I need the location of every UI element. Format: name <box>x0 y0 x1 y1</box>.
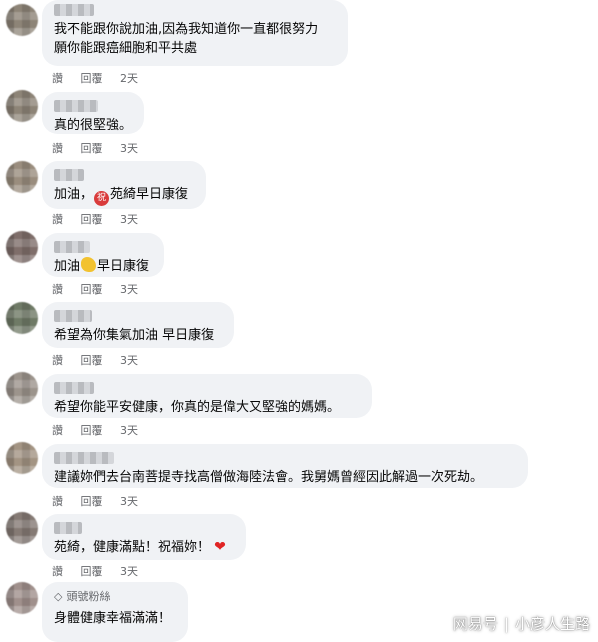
comment-bubble: 加油，祝苑綺早日康復 <box>42 161 206 209</box>
like-button[interactable]: 讚 <box>52 495 63 508</box>
comment-text: 希望你能平安健康，你真的是偉大又堅強的媽媽。 <box>54 400 341 415</box>
comment-bubble: 苑綺，健康滿點！祝福妳！ ❤ <box>42 514 246 560</box>
reply-button[interactable]: 回覆 <box>81 495 103 508</box>
commenter-name[interactable] <box>54 452 114 464</box>
avatar[interactable] <box>6 231 38 263</box>
comment-text: 我不能跟你說加油,因為我知道你一直都很努力 <box>54 22 319 37</box>
diamond-icon: ◇ <box>54 589 63 603</box>
comment-text-line2: 願你能跟癌細胞和平共處 <box>54 41 198 56</box>
like-button[interactable]: 讚 <box>52 213 63 226</box>
comment-time[interactable]: 3天 <box>120 424 138 437</box>
flexed-arm-emoji-icon <box>81 257 97 272</box>
reply-button[interactable]: 回覆 <box>81 565 103 578</box>
congrats-emoji-icon: 祝 <box>94 191 110 206</box>
reply-button[interactable]: 回覆 <box>81 354 103 367</box>
comment-actions: 讚 回覆 3天 <box>52 211 152 227</box>
commenter-name[interactable] <box>54 100 98 112</box>
avatar[interactable] <box>6 442 38 474</box>
comment-bubble: 真的很堅強。 <box>42 92 144 134</box>
like-button[interactable]: 讚 <box>52 142 63 155</box>
comment-text-part: 苑綺早日康復 <box>110 187 189 202</box>
commenter-name[interactable] <box>54 522 82 534</box>
commenter-name[interactable] <box>54 4 94 16</box>
like-button[interactable]: 讚 <box>52 565 63 578</box>
comment-actions: 讚 回覆 3天 <box>52 563 152 579</box>
like-button[interactable]: 讚 <box>52 283 63 296</box>
watermark-author: 小彦人生路 <box>514 615 590 633</box>
like-button[interactable]: 讚 <box>52 424 63 437</box>
comment-actions: 讚 回覆 3天 <box>52 422 152 438</box>
comment-bubble: 建議妳們去台南菩提寺找高僧做海陸法會。我舅媽曾經因此解過一次死劫。 <box>42 444 528 488</box>
comment-time[interactable]: 3天 <box>120 354 138 367</box>
reply-button[interactable]: 回覆 <box>81 283 103 296</box>
comment-actions: 讚 回覆 3天 <box>52 281 152 297</box>
reply-button[interactable]: 回覆 <box>81 213 103 226</box>
watermark-separator: | <box>503 615 509 633</box>
comment-time[interactable]: 3天 <box>120 495 138 508</box>
badge-label: 頭號粉絲 <box>66 590 111 603</box>
comment-time[interactable]: 3天 <box>120 565 138 578</box>
comment-bubble: 希望為你集氣加油 早日康復 <box>42 302 234 348</box>
comment-time[interactable]: 2天 <box>120 72 138 85</box>
comment-actions: 讚 回覆 3天 <box>52 352 152 368</box>
commenter-name[interactable] <box>54 310 92 322</box>
comment-time[interactable]: 3天 <box>120 213 138 226</box>
watermark-source: 网易号 <box>452 615 498 633</box>
heart-icon: ❤ <box>214 539 226 555</box>
comment-time[interactable]: 3天 <box>120 142 138 155</box>
comment-bubble: ◇ 頭號粉絲 身體健康幸福滿滿！ <box>42 582 188 642</box>
avatar[interactable] <box>6 582 38 614</box>
like-button[interactable]: 讚 <box>52 354 63 367</box>
avatar[interactable] <box>6 512 38 544</box>
reply-button[interactable]: 回覆 <box>81 72 103 85</box>
comment-bubble: 加油 早日康復 <box>42 233 164 277</box>
comment-actions: 讚 回覆 3天 <box>52 493 152 509</box>
avatar[interactable] <box>6 90 38 122</box>
comment-text-part: 加油 <box>54 259 81 274</box>
comment-text: 身體健康幸福滿滿！ <box>54 611 172 626</box>
like-button[interactable]: 讚 <box>52 72 63 85</box>
comment-bubble: 希望你能平安健康，你真的是偉大又堅強的媽媽。 <box>42 374 372 418</box>
comment-text: 希望為你集氣加油 早日康復 <box>54 328 215 343</box>
comment-text-part: 加油， <box>54 187 94 202</box>
commenter-name[interactable] <box>54 169 84 181</box>
commenter-name[interactable] <box>54 241 90 253</box>
avatar[interactable] <box>6 161 38 193</box>
comment-actions: 讚 回覆 2天 <box>52 70 152 86</box>
comment-text: 加油，祝苑綺早日康復 <box>54 185 194 206</box>
watermark: 网易号 | 小彦人生路 <box>453 613 590 634</box>
comment-text-part: 早日康復 <box>97 259 150 274</box>
comment-text: 加油 早日康復 <box>54 257 152 276</box>
comment-text: 苑綺，健康滿點！祝福妳！ ❤ <box>54 538 234 557</box>
commenter-name[interactable] <box>54 382 94 394</box>
comment-text: 建議妳們去台南菩提寺找高僧做海陸法會。我舅媽曾經因此解過一次死劫。 <box>54 470 484 485</box>
comment-text-part: 苑綺，健康滿點！祝福妳！ <box>54 540 211 555</box>
reply-button[interactable]: 回覆 <box>81 142 103 155</box>
reply-button[interactable]: 回覆 <box>81 424 103 437</box>
comment-actions: 讚 回覆 3天 <box>52 140 152 156</box>
comment-bubble: 我不能跟你說加油,因為我知道你一直都很努力 願你能跟癌細胞和平共處 <box>42 0 348 66</box>
comment-time[interactable]: 3天 <box>120 283 138 296</box>
avatar[interactable] <box>6 372 38 404</box>
top-fan-badge[interactable]: ◇ 頭號粉絲 <box>54 589 176 604</box>
avatar[interactable] <box>6 302 38 334</box>
avatar[interactable] <box>6 4 38 36</box>
comment-text: 真的很堅強。 <box>54 118 133 133</box>
